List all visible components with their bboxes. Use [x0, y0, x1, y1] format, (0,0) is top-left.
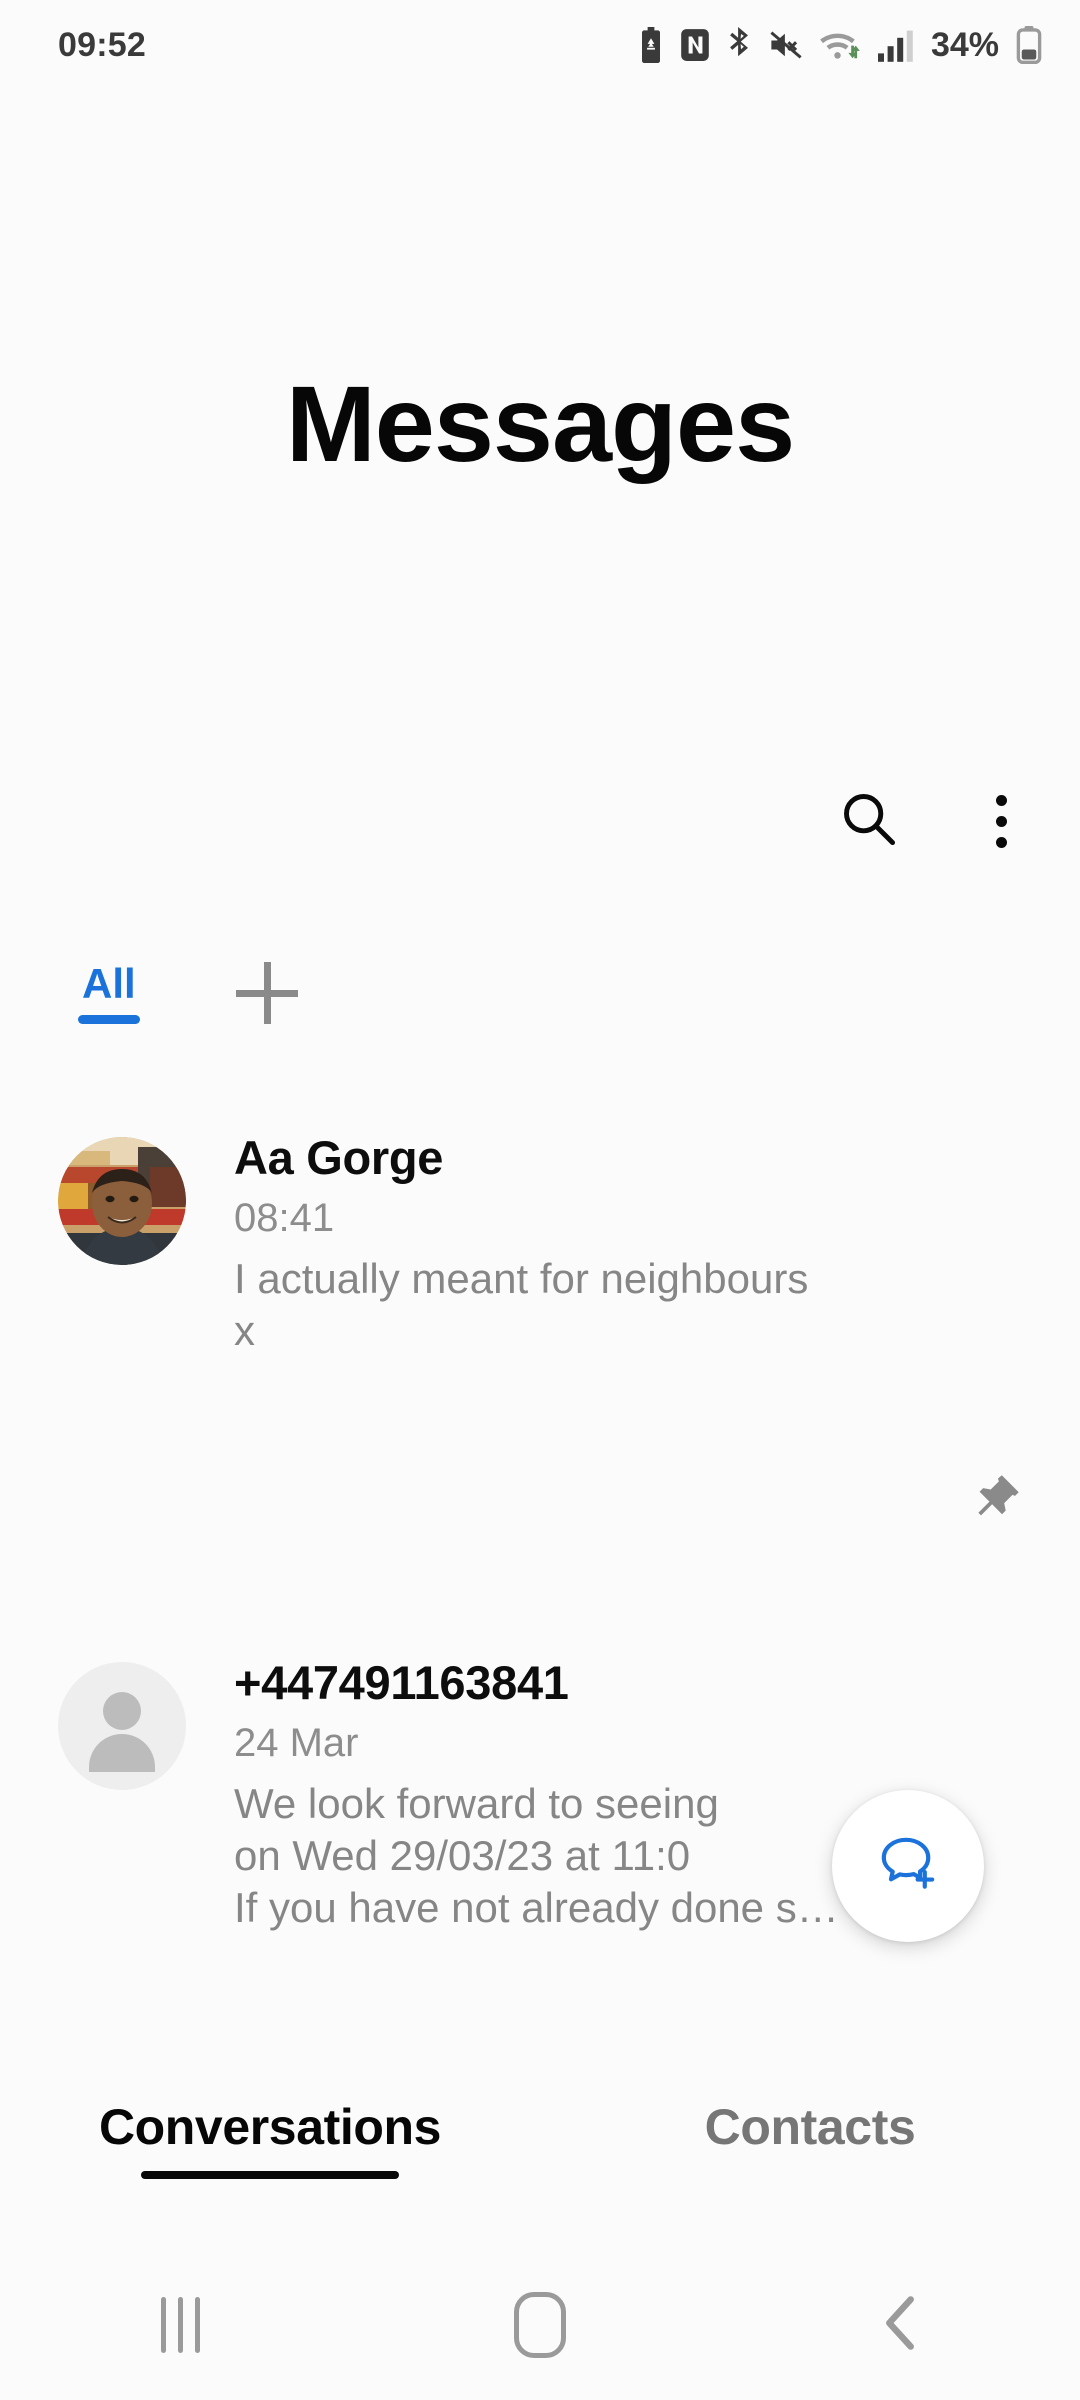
search-icon — [839, 789, 899, 854]
nav-home-button[interactable] — [360, 2292, 720, 2358]
conversation-preview: I actually meant for neighbours x — [234, 1253, 1040, 1357]
android-nav-bar — [0, 2250, 1080, 2400]
new-conversation-fab[interactable] — [832, 1790, 984, 1942]
add-filter-button[interactable] — [235, 962, 298, 1024]
tab-inactive-underline — [681, 2171, 939, 2179]
filter-tabs: All — [78, 960, 298, 1024]
search-button[interactable] — [826, 778, 912, 864]
conversation-text: Aa Gorge 08:41 I actually meant for neig… — [186, 1125, 1040, 1540]
messages-app-screen: 09:52 34% Messages All Aa Gorge 08:41 I … — [0, 0, 1080, 2400]
more-options-button[interactable] — [958, 778, 1044, 864]
bottom-tab-bar: Conversations Contacts — [0, 2100, 1080, 2179]
conversation-name: Aa Gorge — [234, 1131, 444, 1184]
filter-tab-all[interactable]: All — [78, 960, 140, 1024]
tab-contacts-label: Contacts — [704, 2099, 916, 2155]
tab-active-underline — [141, 2171, 399, 2179]
conversation-time: 08:41 — [234, 1196, 335, 1241]
nav-recents-button[interactable] — [0, 2297, 360, 2353]
battery-saver-icon — [637, 27, 665, 63]
recents-icon — [160, 2297, 200, 2353]
signal-bars-icon — [877, 28, 914, 62]
status-bar-icons: 34% — [637, 26, 1042, 65]
avatar — [58, 1662, 186, 1790]
conversation-name: +447491163841 — [234, 1656, 569, 1709]
volume-muted-icon — [768, 29, 804, 61]
default-avatar-body — [89, 1734, 155, 1772]
tab-conversations-label: Conversations — [98, 2099, 442, 2155]
battery-icon — [1016, 26, 1042, 64]
status-bar: 09:52 34% — [0, 0, 1080, 90]
bluetooth-icon — [725, 27, 753, 63]
battery-percentage: 34% — [930, 25, 999, 64]
tab-conversations[interactable]: Conversations — [0, 2100, 540, 2179]
avatar-photo — [58, 1137, 186, 1265]
preview-line: x — [234, 1307, 255, 1355]
status-bar-clock: 09:52 — [58, 25, 146, 64]
preview-line: I actually meant for neighbours — [234, 1255, 809, 1303]
avatar — [58, 1137, 186, 1265]
page-title: Messages — [285, 363, 795, 484]
nfc-icon — [680, 28, 710, 62]
table-row[interactable]: Aa Gorge 08:41 I actually meant for neig… — [0, 1125, 1080, 1540]
tab-contacts[interactable]: Contacts — [540, 2100, 1080, 2179]
more-options-icon — [995, 794, 1007, 848]
back-icon — [876, 2293, 924, 2358]
new-conversation-icon — [871, 1827, 945, 1906]
header-actions — [826, 778, 1044, 864]
pin-icon — [967, 1469, 1025, 1532]
wifi-icon — [819, 27, 863, 63]
conversation-time: 24 Mar — [234, 1721, 359, 1766]
default-avatar-icon — [103, 1692, 141, 1730]
pin-indicator — [964, 1468, 1028, 1532]
home-icon — [514, 2292, 566, 2358]
nav-back-button[interactable] — [720, 2293, 1080, 2358]
